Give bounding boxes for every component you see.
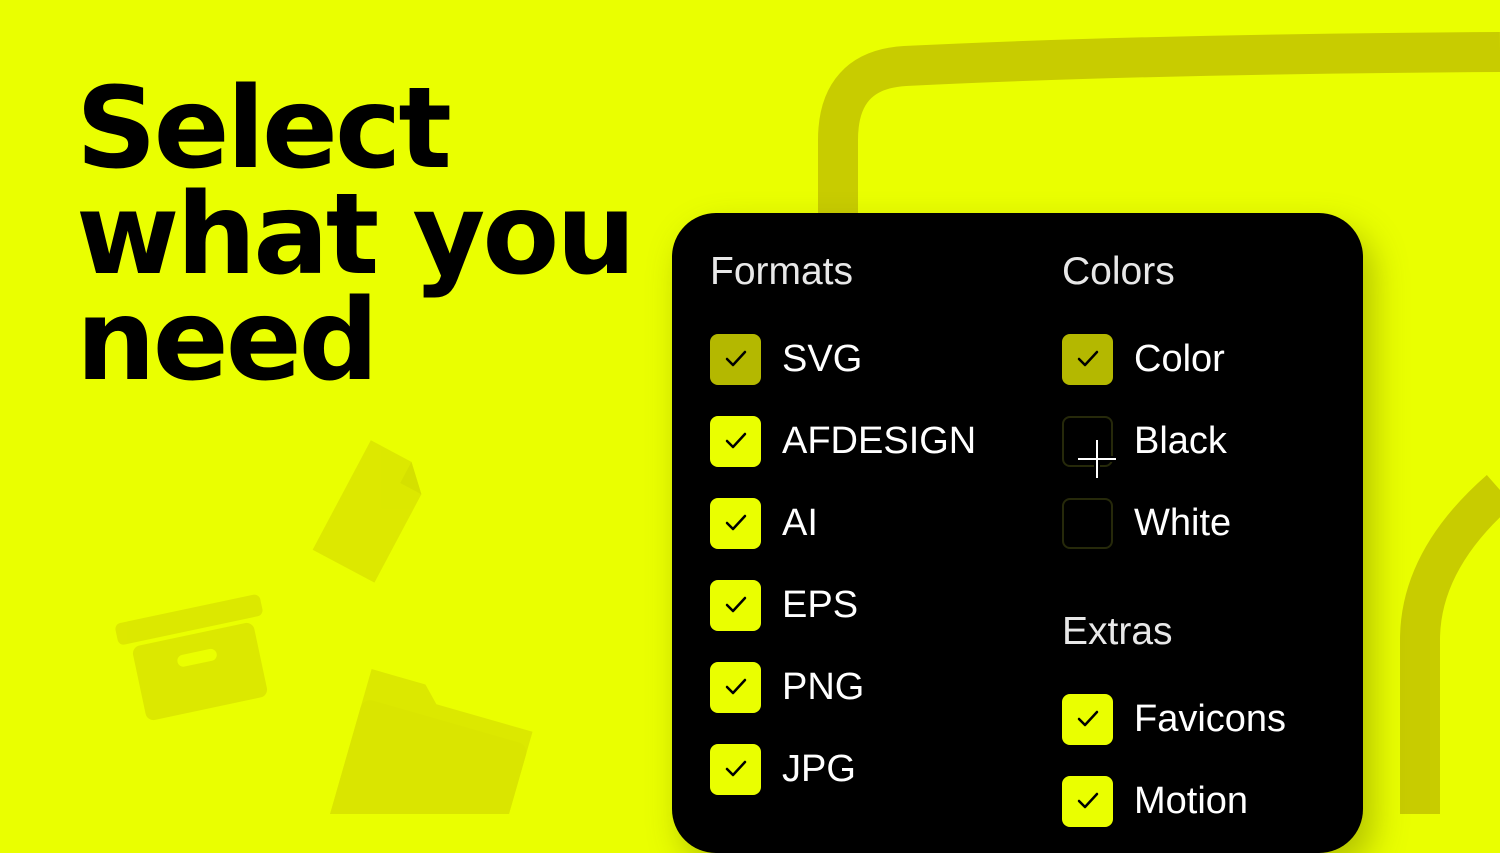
headline-line: Select <box>76 64 452 194</box>
format-option-label: PNG <box>782 666 865 708</box>
check-icon <box>1077 710 1098 727</box>
checkbox-jpg[interactable] <box>710 743 761 795</box>
format-option-jpg[interactable]: JPG <box>710 743 856 795</box>
check-icon <box>725 350 746 367</box>
decorative-curve-right <box>1400 474 1500 814</box>
document-icon <box>312 440 422 583</box>
check-icon <box>725 760 746 777</box>
checkbox-png[interactable] <box>710 661 761 713</box>
checkbox-eps[interactable] <box>710 579 761 631</box>
color-option-label: Color <box>1134 338 1225 380</box>
headline: Select what you need <box>76 64 636 406</box>
checkbox-black[interactable] <box>1062 415 1113 467</box>
check-icon <box>725 678 746 695</box>
decorative-curve <box>818 32 1500 230</box>
check-icon <box>725 432 746 449</box>
format-option-svg[interactable]: SVG <box>710 333 862 385</box>
checkbox-ai[interactable] <box>710 497 761 549</box>
format-option-label: AI <box>782 502 818 544</box>
archive-box-icon <box>115 594 268 721</box>
format-option-ai[interactable]: AI <box>710 497 818 549</box>
extra-option-motion[interactable]: Motion <box>1062 775 1248 827</box>
formats-title: Formats <box>710 250 854 293</box>
checkbox-favicons[interactable] <box>1062 693 1113 745</box>
folder-icon <box>327 669 533 814</box>
options-panel: Formats SVG AFDESIGN AI EPS PNG JPG Colo… <box>672 213 1363 853</box>
checkbox-afdesign[interactable] <box>710 415 761 467</box>
color-option-label: Black <box>1134 420 1227 462</box>
checkbox-color[interactable] <box>1062 333 1113 385</box>
color-option-black[interactable]: Black <box>1062 415 1227 467</box>
color-option-color[interactable]: Color <box>1062 333 1225 385</box>
extra-option-favicons[interactable]: Favicons <box>1062 693 1286 745</box>
format-option-afdesign[interactable]: AFDESIGN <box>710 415 976 467</box>
checkbox-svg[interactable] <box>710 333 761 385</box>
checkbox-motion[interactable] <box>1062 775 1113 827</box>
extra-option-label: Favicons <box>1134 698 1287 740</box>
extras-title: Extras <box>1062 610 1173 653</box>
format-option-label: AFDESIGN <box>782 420 977 462</box>
format-option-label: SVG <box>782 338 863 380</box>
headline-line: need <box>76 276 379 406</box>
format-option-label: EPS <box>782 584 859 626</box>
check-icon <box>725 514 746 531</box>
color-option-white[interactable]: White <box>1062 497 1231 549</box>
check-icon <box>725 596 746 613</box>
headline-line: what you <box>76 170 636 300</box>
check-icon <box>1077 350 1098 367</box>
colors-title: Colors <box>1062 250 1175 293</box>
format-option-png[interactable]: PNG <box>710 661 864 713</box>
check-icon <box>1077 792 1098 809</box>
format-option-label: JPG <box>782 748 856 790</box>
extra-option-label: Motion <box>1134 780 1249 822</box>
checkbox-white[interactable] <box>1062 497 1113 549</box>
format-option-eps[interactable]: EPS <box>710 579 858 631</box>
color-option-label: White <box>1134 502 1232 544</box>
